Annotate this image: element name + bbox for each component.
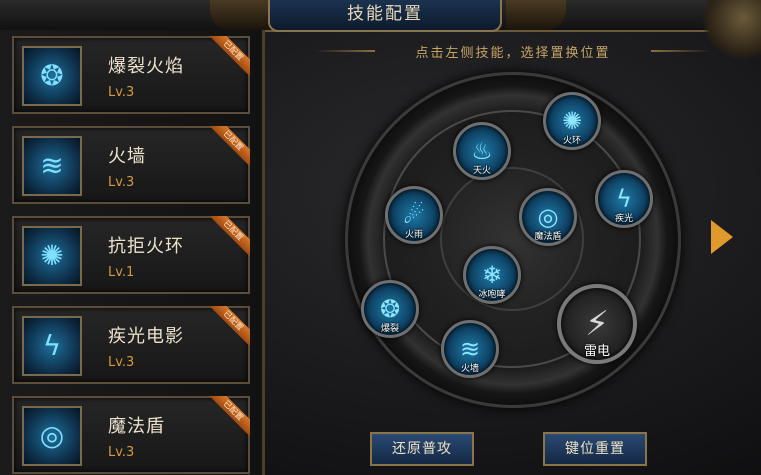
game-window: 技能配置 ❂ 爆裂火焰 Lv.3 已配置 ≋ 火墙 Lv.3 已配置 ✺ 抗拒火… (0, 0, 761, 475)
lightning-beam-icon: ϟ (22, 316, 82, 376)
wheel-slot-fire-rain[interactable]: ☄ 火雨 (385, 186, 443, 244)
slot-label: 魔法盾 (534, 232, 562, 242)
skill-level: Lv.3 (108, 175, 135, 190)
skill-name: 抗拒火环 (108, 236, 184, 257)
skill-level: Lv.1 (108, 265, 135, 280)
restore-attack-button[interactable]: 还原普攻 (370, 432, 474, 466)
title-ornament-left (210, 0, 270, 30)
equipped-badge: 已配置 (208, 396, 250, 438)
wheel-slot-fire-wall[interactable]: ≋ 火墙 (441, 320, 499, 378)
wheel-slot-fire-ring[interactable]: ✺ 火环 (543, 92, 601, 150)
flame-burst-icon: ❂ (22, 46, 82, 106)
skill-name: 魔法盾 (108, 416, 165, 437)
slot-label: 冰咆哮 (478, 290, 506, 300)
fire-wall-icon: ≋ (22, 136, 82, 196)
slot-label: 天火 (472, 166, 491, 176)
skill-level: Lv.3 (108, 85, 135, 100)
magic-shield-icon: ◎ (22, 406, 82, 466)
skill-name: 火墙 (108, 146, 146, 167)
wheel-slot-thunder[interactable]: ⚡ 雷电 (557, 284, 637, 364)
equipped-badge: 已配置 (208, 36, 250, 78)
skill-level: Lv.3 (108, 445, 135, 460)
wheel-slot-lightning-beam[interactable]: ϟ 疾光 (595, 170, 653, 228)
skill-wheel-panel: 点击左侧技能，选择置换位置 ♨ 天火 ✺ 火环 ☄ 火雨 ◎ 魔法盾 ϟ 疾光 … (265, 30, 761, 475)
skill-card-fire-ring[interactable]: ✺ 抗拒火环 Lv.1 已配置 (12, 216, 250, 294)
skill-card-lightning-beam[interactable]: ϟ 疾光电影 Lv.3 已配置 (12, 306, 250, 384)
slot-label: 爆裂 (380, 324, 399, 334)
fire-ring-icon: ✺ (22, 226, 82, 286)
wheel-slot-flame-burst[interactable]: ❂ 爆裂 (361, 280, 419, 338)
next-page-arrow-icon[interactable] (711, 220, 733, 254)
slot-label: 雷电 (583, 344, 610, 359)
slot-label: 火环 (562, 136, 581, 146)
skill-card-magic-shield[interactable]: ◎ 魔法盾 Lv.3 已配置 (12, 396, 250, 474)
skill-level: Lv.3 (108, 355, 135, 370)
slot-label: 火雨 (404, 230, 423, 240)
skill-card-flame-burst[interactable]: ❂ 爆裂火焰 Lv.3 已配置 (12, 36, 250, 114)
skill-list: ❂ 爆裂火焰 Lv.3 已配置 ≋ 火墙 Lv.3 已配置 ✺ 抗拒火环 Lv.… (0, 30, 265, 475)
skill-card-fire-wall[interactable]: ≋ 火墙 Lv.3 已配置 (12, 126, 250, 204)
equipped-badge: 已配置 (208, 126, 250, 168)
equipped-badge: 已配置 (208, 306, 250, 348)
wheel-slot-ice-roar[interactable]: ❄ 冰咆哮 (463, 246, 521, 304)
slot-label: 火墙 (460, 364, 479, 374)
slot-label: 疾光 (614, 214, 633, 224)
equipped-badge: 已配置 (208, 216, 250, 258)
skill-name: 爆裂火焰 (108, 56, 184, 77)
page-title: 技能配置 (268, 0, 502, 32)
wheel-slot-sky-fire[interactable]: ♨ 天火 (453, 122, 511, 180)
skill-name: 疾光电影 (108, 326, 184, 347)
reset-keys-button[interactable]: 键位重置 (543, 432, 647, 466)
wheel-slot-magic-shield[interactable]: ◎ 魔法盾 (519, 188, 577, 246)
hint-divider-right (651, 50, 711, 52)
title-ornament-right (506, 0, 566, 30)
